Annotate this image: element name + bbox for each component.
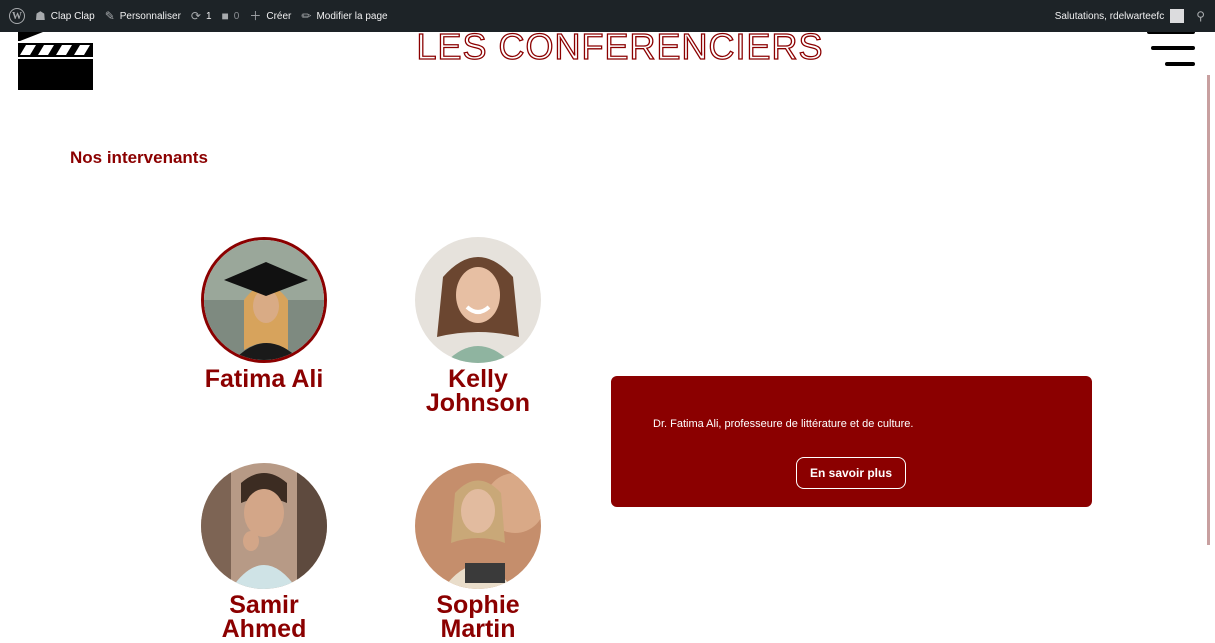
customize-link[interactable]: ✎ Personnaliser: [105, 10, 181, 22]
page-edge-divider: [1207, 75, 1210, 545]
customize-label: Personnaliser: [119, 10, 181, 22]
clapperboard-logo-icon[interactable]: [18, 32, 93, 90]
speaker-card-sophie-martin[interactable]: Sophie Martin: [398, 463, 558, 643]
speaker-photo: [415, 463, 541, 589]
section-title: Nos intervenants: [70, 148, 208, 167]
speaker-name: Fatima Ali: [204, 365, 324, 393]
page-title: LES CONFERENCIERS: [416, 26, 824, 67]
edit-page-label: Modifier la page: [316, 10, 388, 22]
brush-icon: ✎: [104, 9, 115, 23]
speaker-name: Kelly Johnson: [425, 365, 531, 417]
comments-count: 0: [233, 10, 240, 22]
speaker-card-kelly-johnson[interactable]: Kelly Johnson: [398, 237, 558, 417]
speaker-name: Samir Ahmed: [221, 591, 307, 643]
comments-link[interactable]: ■ 0: [222, 10, 240, 22]
user-greeting-link[interactable]: Salutations, rdelwarteefc: [1055, 11, 1165, 22]
updates-count: 1: [205, 10, 212, 22]
speaker-photo: [415, 237, 541, 363]
speaker-photo: [201, 463, 327, 589]
speaker-name: Sophie Martin: [436, 591, 520, 643]
speaker-card-samir-ahmed[interactable]: Samir Ahmed: [184, 463, 344, 643]
plus-icon: ＋: [249, 9, 262, 23]
speaker-info-panel: Dr. Fatima Ali, professeure de littératu…: [611, 376, 1092, 507]
pencil-icon: ✏: [301, 9, 312, 23]
menu-hamburger-icon[interactable]: [1145, 30, 1195, 70]
create-link[interactable]: ＋ Créer: [249, 10, 291, 22]
speaker-photo: [201, 237, 327, 363]
edit-page-link[interactable]: ✏ Modifier la page: [301, 10, 387, 22]
site-name-link[interactable]: ☗ Clap Clap: [35, 10, 95, 22]
avatar[interactable]: [1170, 9, 1185, 23]
create-label: Créer: [266, 10, 292, 22]
comment-icon: ■: [221, 9, 229, 23]
speaker-card-fatima-ali[interactable]: Fatima Ali: [184, 237, 344, 393]
speaker-description: Dr. Fatima Ali, professeure de littératu…: [653, 418, 914, 430]
site-name-label: Clap Clap: [50, 10, 95, 22]
admin-bar: W ☗ Clap Clap ✎ Personnaliser ⟳ 1 ■ 0 ＋ …: [0, 0, 1215, 32]
wordpress-logo-icon[interactable]: W: [9, 8, 25, 24]
dashboard-icon: ☗: [35, 9, 46, 23]
search-icon[interactable]: ⚲: [1196, 9, 1205, 23]
updates-link[interactable]: ⟳ 1: [191, 10, 212, 22]
refresh-icon: ⟳: [190, 9, 201, 23]
learn-more-button[interactable]: En savoir plus: [796, 457, 906, 489]
